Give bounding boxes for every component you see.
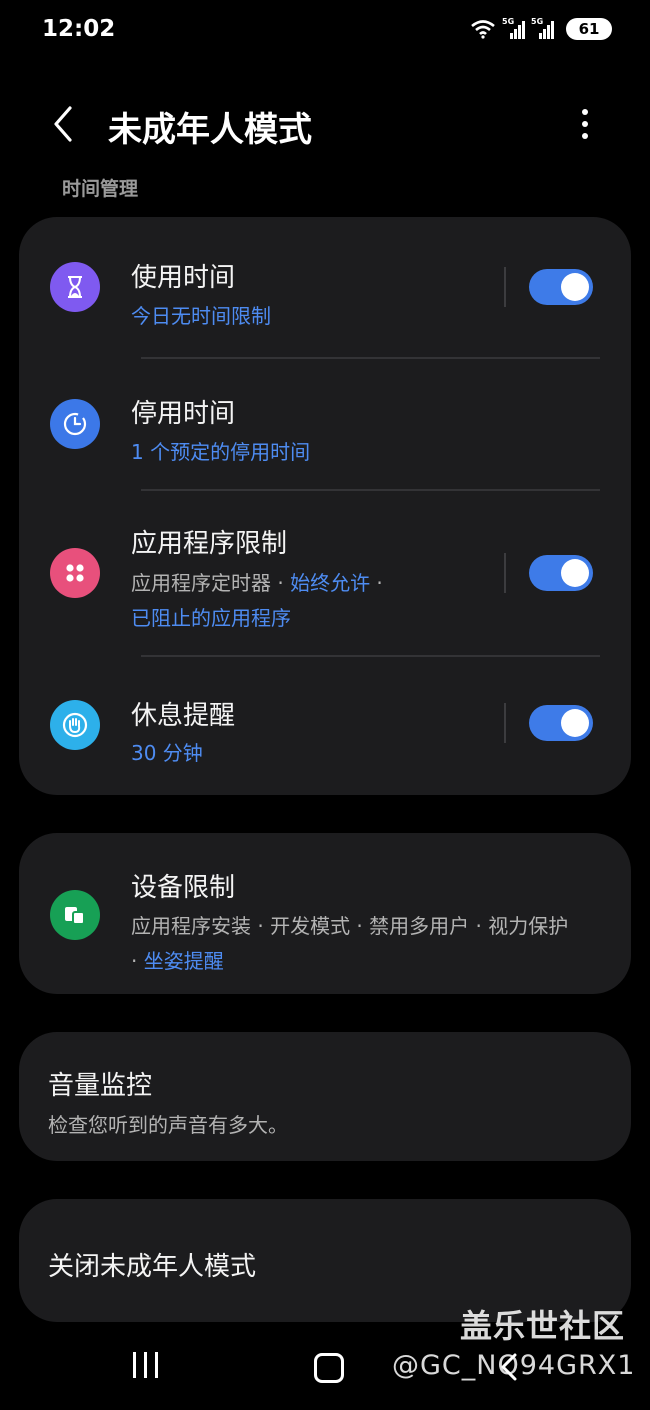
usage-time-subtitle: 今日无时间限制	[131, 304, 271, 328]
divider	[504, 267, 506, 307]
separator: ·	[370, 571, 383, 595]
time-management-card: 使用时间 今日无时间限制 停用时间 1 个预定的停用时间 应用程序限制 应用程序…	[19, 217, 631, 795]
app-limits-toggle[interactable]	[529, 555, 593, 591]
usage-time-toggle[interactable]	[529, 269, 593, 305]
usage-time-row[interactable]: 使用时间 今日无时间限制	[19, 217, 631, 357]
chevron-left-icon[interactable]	[48, 104, 78, 144]
app-bar: 未成年人模式	[0, 90, 650, 160]
signal-icon: 5G	[502, 17, 525, 39]
divider	[504, 553, 506, 593]
recent-apps-icon[interactable]	[133, 1352, 158, 1378]
app-timer-label: 应用程序定时器	[131, 571, 271, 595]
volume-monitor-title: 音量监控	[48, 1071, 153, 1101]
status-bar: 12:02 5G 5G 61	[0, 0, 650, 62]
device-restrictions-subtitle: 应用程序安装 · 开发模式 · 禁用多用户 · 视力保护	[131, 914, 569, 938]
app-limits-subtitle: 应用程序定时器 · 始终允许 ·	[131, 567, 383, 596]
more-vertical-icon[interactable]	[572, 106, 598, 142]
posture-reminder-line: · 坐姿提醒	[131, 945, 224, 974]
battery-level: 61	[578, 20, 600, 38]
downtime-row[interactable]: 停用时间 1 个预定的停用时间	[19, 359, 631, 489]
break-reminder-title: 休息提醒	[131, 701, 236, 731]
break-reminder-toggle[interactable]	[529, 705, 593, 741]
usage-time-title: 使用时间	[131, 263, 236, 293]
wifi-icon	[471, 20, 495, 39]
break-reminder-row[interactable]: 休息提醒 30 分钟	[19, 657, 631, 795]
volume-monitor-subtitle: 检查您听到的声音有多大。	[48, 1113, 288, 1137]
separator: ·	[131, 949, 144, 973]
downtime-title: 停用时间	[131, 399, 236, 429]
battery-indicator: 61	[566, 18, 612, 40]
device-restrictions-title: 设备限制	[131, 873, 236, 903]
signal-icon: 5G	[531, 17, 554, 39]
back-icon[interactable]	[498, 1352, 520, 1382]
app-limits-title: 应用程序限制	[131, 529, 288, 559]
status-time: 12:02	[42, 16, 116, 42]
disable-mode-title: 关闭未成年人模式	[48, 1252, 257, 1282]
separator: ·	[271, 571, 291, 595]
posture-reminder-label: 坐姿提醒	[143, 949, 224, 973]
status-icons: 5G 5G 61	[470, 17, 612, 40]
blocked-apps-label: 已阻止的应用程序	[131, 606, 291, 630]
downtime-subtitle: 1 个预定的停用时间	[131, 440, 311, 464]
section-label-time-management: 时间管理	[62, 178, 139, 200]
clock-icon	[50, 399, 100, 449]
devices-icon	[50, 890, 100, 940]
always-allowed-label: 始终允许	[290, 571, 371, 595]
navigation-bar	[0, 1340, 650, 1400]
break-reminder-subtitle: 30 分钟	[131, 741, 203, 765]
hand-stop-icon	[50, 700, 100, 750]
device-restrictions-card[interactable]: 设备限制 应用程序安装 · 开发模式 · 禁用多用户 · 视力保护 · 坐姿提醒	[19, 833, 631, 994]
divider	[504, 703, 506, 743]
hourglass-icon	[50, 262, 100, 312]
page-title: 未成年人模式	[108, 110, 312, 150]
apps-grid-icon	[50, 548, 100, 598]
home-icon[interactable]	[314, 1353, 344, 1383]
volume-monitor-card[interactable]: 音量监控 检查您听到的声音有多大。	[19, 1032, 631, 1161]
app-limits-row[interactable]: 应用程序限制 应用程序定时器 · 始终允许 · 已阻止的应用程序	[19, 491, 631, 655]
